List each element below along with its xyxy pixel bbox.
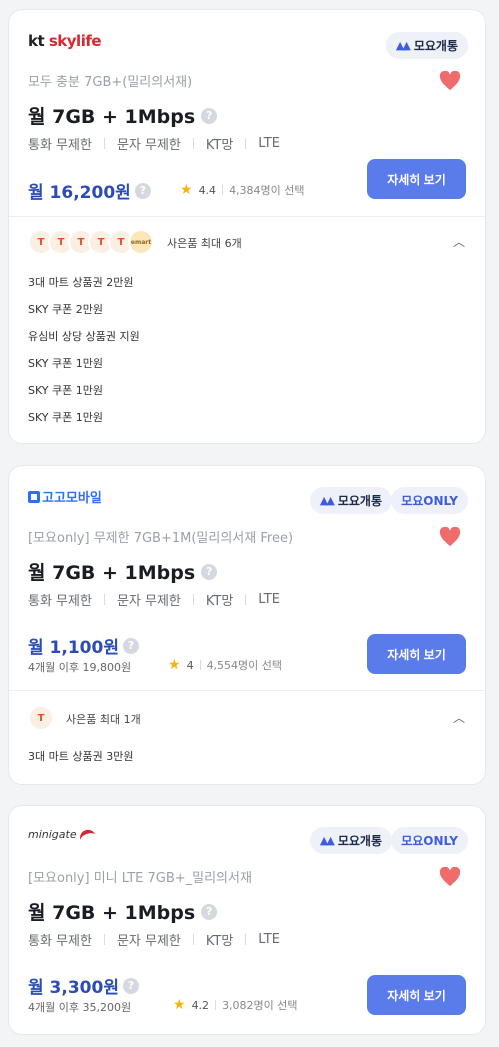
price-after: 4개월 이후 35,200원	[28, 1001, 132, 1014]
moyo-logo-icon: ▲▲	[319, 834, 335, 847]
gift-item: SKY 쿠폰 1만원	[28, 384, 103, 397]
price-after: 4개월 이후 19,800원	[28, 661, 132, 674]
rating: ★ 4.2 3,082명이 선택	[173, 997, 298, 1013]
heart-icon[interactable]	[439, 867, 461, 887]
heart-icon[interactable]	[439, 527, 461, 547]
gift-item: SKY 쿠폰 1만원	[28, 357, 103, 370]
gift-item: SKY 쿠폰 2만원	[28, 303, 103, 316]
moyo-only-badge: 모요ONLY	[391, 487, 468, 514]
gift-icon: T	[28, 705, 54, 731]
rating: ★ 4 4,554명이 선택	[168, 657, 283, 673]
plan-card[interactable]: 고고모바일 ▲▲ 모요개통 모요ONLY [모요only] 무제한 7GB+1M…	[8, 465, 486, 785]
plan-title: 월 7GB + 1Mbps?	[28, 558, 218, 585]
gift-item: 3대 마트 상품권 2만원	[28, 276, 134, 289]
carrier-logo: kt skylife	[28, 32, 102, 50]
plan-price: 월 16,200원?	[28, 178, 151, 203]
gift-summary: 사은품 최대 1개	[66, 713, 141, 726]
gift-icons: T	[28, 705, 54, 731]
moyo-logo-icon: ▲▲	[319, 494, 335, 507]
gift-summary: 사은품 최대 6개	[167, 237, 242, 250]
question-icon[interactable]: ?	[122, 637, 139, 654]
plan-subtitle: [모요only] 무제한 7GB+1M(밀리의서재 Free)	[28, 531, 294, 546]
plan-subtitle: 모두 충분 7GB+(밀리의서재)	[28, 75, 193, 90]
detail-button[interactable]: 자세히 보기	[367, 159, 466, 199]
plan-features: 통화 무제한 문자 무제한 KT망 LTE	[28, 592, 280, 609]
heart-icon[interactable]	[439, 71, 461, 91]
question-icon[interactable]: ?	[201, 563, 218, 580]
plan-price: 월 3,300원?	[28, 973, 139, 998]
moyo-logo-icon: ▲▲	[395, 39, 411, 52]
plan-card[interactable]: kt skylife ▲▲ 모요개통 모두 충분 7GB+(밀리의서재) 월 7…	[8, 9, 486, 444]
plan-features: 통화 무제한 문자 무제한 KT망 LTE	[28, 932, 280, 949]
chevron-up-icon[interactable]: ︿	[453, 709, 465, 726]
star-icon: ★	[173, 997, 186, 1013]
gift-item: SKY 쿠폰 1만원	[28, 411, 103, 424]
gift-item: 유심비 상당 상품권 지원	[28, 330, 140, 343]
divider	[9, 690, 485, 691]
divider	[9, 216, 485, 217]
detail-button[interactable]: 자세히 보기	[367, 975, 466, 1015]
plan-subtitle: [모요only] 미니 LTE 7GB+_밀리의서재	[28, 871, 252, 886]
plan-title: 월 7GB + 1Mbps?	[28, 898, 218, 925]
plan-card[interactable]: minigate ▲▲ 모요개통 모요ONLY [모요only] 미니 LTE …	[8, 805, 486, 1035]
rating: ★ 4.4 4,384명이 선택	[180, 182, 305, 198]
moyo-only-badge: 모요ONLY	[391, 827, 468, 854]
plan-title: 월 7GB + 1Mbps?	[28, 102, 218, 129]
moyo-badge: ▲▲ 모요개통	[309, 827, 392, 854]
question-icon[interactable]: ?	[201, 903, 218, 920]
carrier-logo: 고고모바일	[28, 487, 102, 506]
detail-button[interactable]: 자세히 보기	[367, 634, 466, 674]
plan-price: 월 1,100원?	[28, 633, 139, 658]
star-icon: ★	[168, 657, 181, 673]
carrier-logo: minigate	[28, 827, 96, 842]
gift-item: 3대 마트 상품권 3만원	[28, 750, 134, 763]
moyo-badge: ▲▲ 모요개통	[385, 32, 468, 59]
moyo-badge: ▲▲ 모요개통	[309, 487, 392, 514]
question-icon[interactable]: ?	[201, 107, 218, 124]
star-icon: ★	[180, 182, 193, 198]
plan-features: 통화 무제한 문자 무제한 KT망 LTE	[28, 136, 280, 153]
emart-gift-icon: emart	[128, 229, 154, 255]
question-icon[interactable]: ?	[122, 977, 139, 994]
question-icon[interactable]: ?	[134, 182, 151, 199]
chevron-up-icon[interactable]: ︿	[453, 233, 465, 250]
gift-icons: T T T T T emart	[28, 229, 154, 255]
